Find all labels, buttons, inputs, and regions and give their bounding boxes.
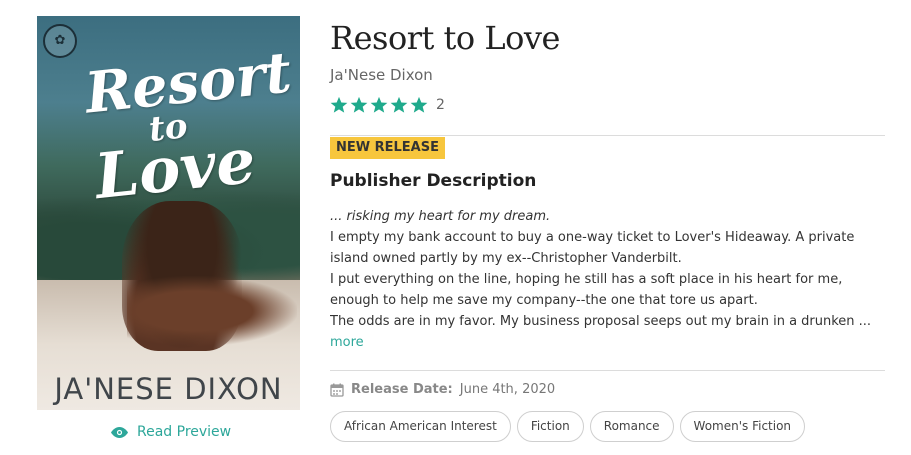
book-author-link[interactable]: Ja'Nese Dixon bbox=[330, 66, 433, 84]
calendar-icon bbox=[330, 383, 344, 397]
release-date: Release Date: June 4th, 2020 bbox=[330, 382, 555, 397]
book-title: Resort to Love bbox=[330, 19, 560, 57]
description-line: I put everything on the line, hoping he … bbox=[330, 272, 843, 287]
rating-count: 2 bbox=[436, 97, 445, 113]
star-icon bbox=[370, 96, 388, 113]
read-preview-button[interactable]: Read Preview bbox=[111, 422, 231, 442]
eye-icon bbox=[111, 426, 128, 438]
book-cover-image[interactable]: ✿ Resort to Love JA'NESE DIXON bbox=[37, 16, 300, 410]
description-lead: ... risking my heart for my dream. bbox=[330, 209, 551, 224]
cover-author: JA'NESE DIXON bbox=[54, 372, 283, 406]
star-icon bbox=[330, 96, 348, 113]
genre-tags: African American Interest Fiction Romanc… bbox=[330, 411, 806, 442]
cover-figure-woman bbox=[127, 276, 297, 346]
star-icon bbox=[390, 96, 408, 113]
description-line: island owned partly by my ex--Christophe… bbox=[330, 251, 682, 266]
release-date-label: Release Date: bbox=[351, 382, 453, 397]
star-rating: 2 bbox=[330, 96, 445, 114]
description-line: enough to help me save my company--the o… bbox=[330, 293, 758, 308]
genre-tag[interactable]: Women's Fiction bbox=[679, 411, 806, 442]
read-preview-label: Read Preview bbox=[137, 424, 232, 440]
divider bbox=[330, 135, 885, 136]
more-link[interactable]: more bbox=[330, 335, 364, 350]
description-line: The odds are in my favor. My business pr… bbox=[330, 314, 872, 329]
genre-tag[interactable]: Fiction bbox=[516, 411, 584, 442]
genre-tag[interactable]: Romance bbox=[589, 411, 674, 442]
publisher-logo-icon: ✿ bbox=[43, 24, 77, 58]
publisher-description-heading: Publisher Description bbox=[330, 171, 537, 191]
description-line: I empty my bank account to buy a one-way… bbox=[330, 230, 855, 245]
release-date-value: June 4th, 2020 bbox=[459, 382, 556, 397]
divider bbox=[330, 370, 885, 371]
star-icon bbox=[350, 96, 368, 113]
star-icon bbox=[410, 96, 428, 113]
new-release-badge: NEW RELEASE bbox=[330, 137, 445, 159]
genre-tag[interactable]: African American Interest bbox=[330, 411, 511, 442]
publisher-description: ... risking my heart for my dream. I emp… bbox=[330, 206, 885, 353]
cover-title-line1: Resort bbox=[82, 39, 295, 127]
